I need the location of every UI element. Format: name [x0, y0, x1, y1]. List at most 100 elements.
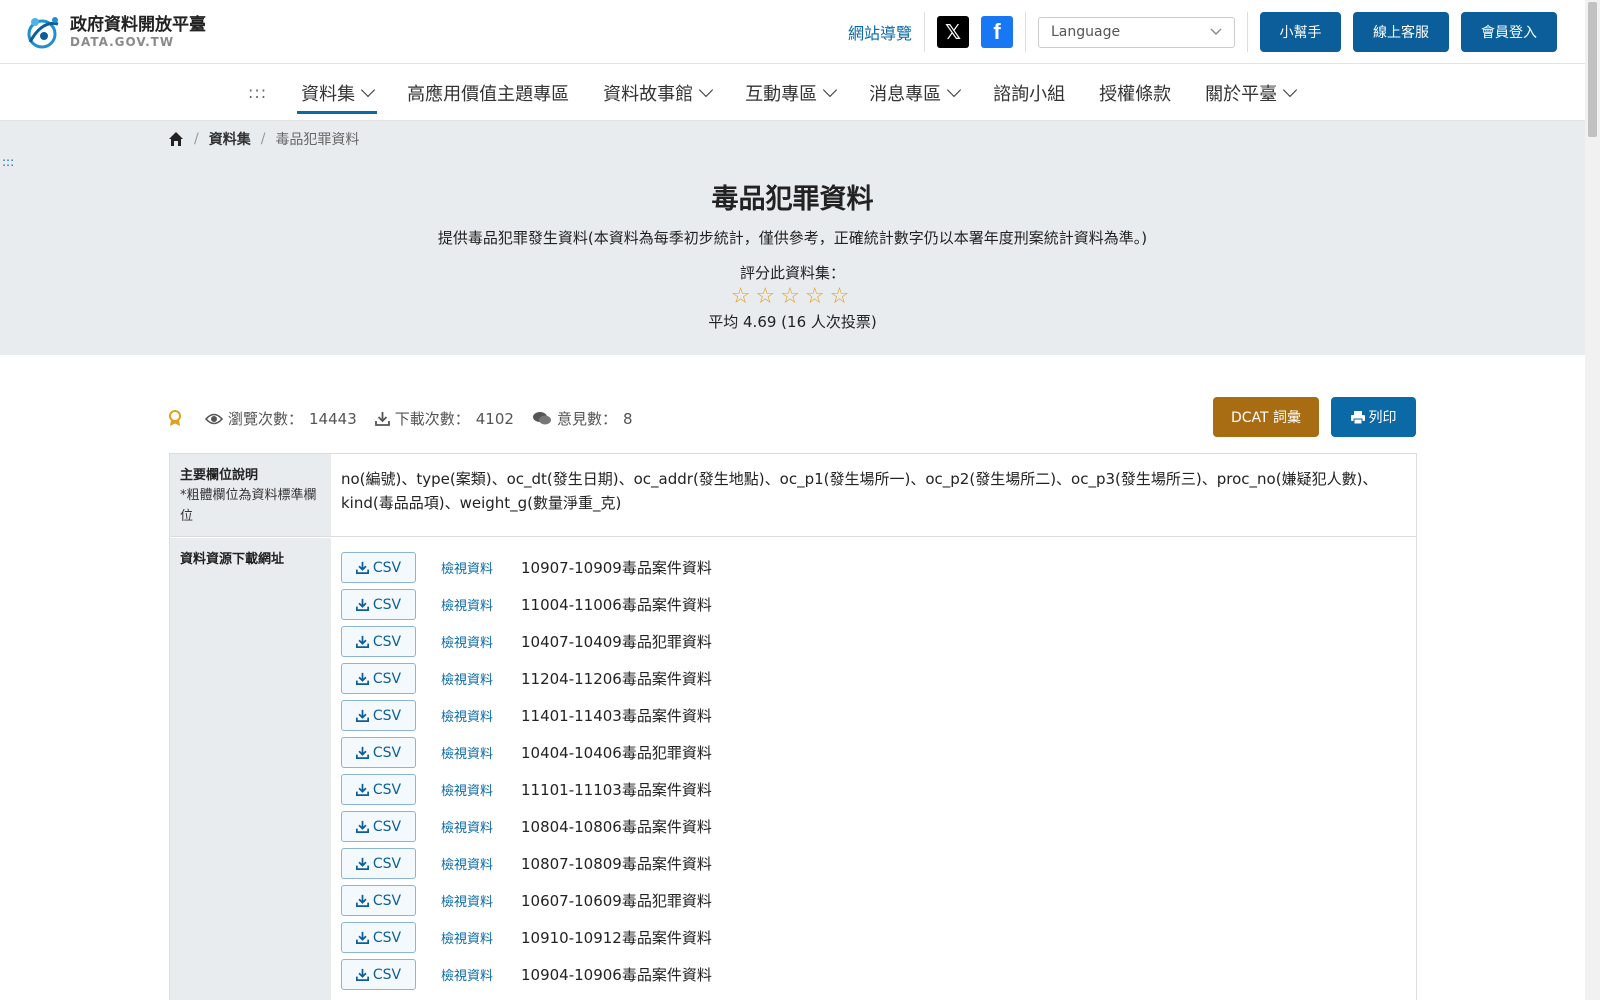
csv-label: CSV	[372, 818, 402, 835]
resource-name: 10907-10909毒品案件資料	[521, 559, 712, 577]
view-data-link[interactable]: 檢視資料	[441, 854, 499, 873]
online-service-button[interactable]: 線上客服	[1353, 12, 1449, 52]
download-icon	[355, 672, 369, 685]
chevron-down-icon	[361, 82, 376, 97]
resource-item: CSV 檢視資料 11101-11103毒品案件資料	[341, 771, 712, 808]
logo-icon	[27, 17, 59, 49]
csv-download-button[interactable]: CSV	[341, 552, 416, 583]
print-button[interactable]: 列印	[1331, 397, 1416, 437]
resource-item: CSV 檢視資料 10804-10806毒品案件資料	[341, 808, 712, 845]
nav-item-datasets[interactable]: 資料集	[297, 64, 378, 121]
view-data-link[interactable]: 檢視資料	[441, 669, 499, 688]
nav-accesskey[interactable]: :::	[248, 83, 267, 102]
resources-row: 資料資源下載網址 CSV 檢視資料 10907-10909毒品案件資料 CSV 檢視資料…	[170, 538, 1416, 1000]
download-icon	[355, 968, 369, 981]
breadcrumb-datasets[interactable]: 資料集	[209, 129, 251, 149]
fields-row: 主要欄位說明 *粗體欄位為資料標準欄位 no(編號)、type(案類)、oc_d…	[170, 454, 1416, 537]
view-data-link[interactable]: 檢視資料	[441, 891, 499, 910]
resource-item: CSV 檢視資料 10904-10906毒品案件資料	[341, 956, 712, 993]
resource-name: 10804-10806毒品案件資料	[521, 818, 712, 836]
badge-stat	[168, 410, 187, 427]
nav-item-label: 諮詢小組	[993, 83, 1066, 105]
view-data-link[interactable]: 檢視資料	[441, 743, 499, 762]
dcat-vocabulary-button[interactable]: DCAT 詞彙	[1213, 397, 1319, 437]
nav-item-license[interactable]: 授權條款	[1099, 64, 1171, 121]
resource-name: 10807-10809毒品案件資料	[521, 855, 712, 873]
download-icon	[355, 931, 369, 944]
resource-item: CSV 檢視資料 10607-10609毒品犯罪資料	[341, 882, 712, 919]
nav-item-high-value[interactable]: 高應用價值主題專區	[407, 64, 569, 121]
comments-count: 8	[622, 409, 633, 428]
nav-item-interactive[interactable]: 互動專區	[745, 64, 838, 121]
scrollbar-thumb[interactable]	[1588, 2, 1597, 137]
download-icon	[355, 820, 369, 833]
dataset-stats: 瀏覽次數： 14443 下載次數： 4102 意見數： 8	[168, 408, 651, 429]
nav-item-label: 資料故事館	[603, 83, 694, 105]
content-accesskey[interactable]: :::	[2, 155, 14, 169]
breadcrumb-separator: /	[260, 131, 266, 147]
csv-download-button[interactable]: CSV	[341, 774, 416, 805]
chevron-down-icon	[823, 82, 838, 97]
resource-name: 10904-10906毒品案件資料	[521, 966, 712, 984]
helper-button[interactable]: 小幫手	[1260, 12, 1341, 52]
view-data-link[interactable]: 檢視資料	[441, 965, 499, 984]
csv-label: CSV	[372, 633, 402, 650]
resources-label: 資料資源下載網址	[180, 552, 285, 567]
nav-item-label: 資料集	[301, 83, 356, 105]
language-select[interactable]: Language	[1038, 16, 1235, 48]
comments-stat: 意見數： 8	[532, 408, 633, 429]
rating-stars[interactable]: ☆☆☆☆☆	[0, 284, 1585, 309]
nav-item-label: 關於平臺	[1205, 83, 1278, 105]
csv-label: CSV	[372, 929, 402, 946]
print-label: 列印	[1368, 410, 1397, 426]
csv-download-button[interactable]: CSV	[341, 885, 416, 916]
breadcrumb: / 資料集 / 毒品犯罪資料	[168, 129, 359, 149]
csv-download-button[interactable]: CSV	[341, 959, 416, 990]
view-data-link[interactable]: 檢視資料	[441, 928, 499, 947]
sitemap-link[interactable]: 網站導覽	[848, 20, 924, 44]
view-data-link[interactable]: 檢視資料	[441, 632, 499, 651]
resource-list: CSV 檢視資料 10907-10909毒品案件資料 CSV 檢視資料 11004-110…	[341, 549, 712, 993]
member-login-button[interactable]: 會員登入	[1461, 12, 1557, 52]
csv-download-button[interactable]: CSV	[341, 700, 416, 731]
site-logo[interactable]: 政府資料開放平臺 DATA.GOV.TW	[22, 12, 206, 52]
csv-download-button[interactable]: CSV	[341, 811, 416, 842]
csv-download-button[interactable]: CSV	[341, 737, 416, 768]
print-icon	[1350, 410, 1365, 424]
downloads-count: 4102	[475, 409, 514, 428]
resource-name: 11204-11206毒品案件資料	[521, 670, 712, 688]
nav-item-about[interactable]: 關於平臺	[1205, 64, 1298, 121]
comments-icon	[532, 412, 551, 425]
view-data-link[interactable]: 檢視資料	[441, 706, 499, 725]
page-scrollbar[interactable]	[1585, 0, 1600, 1000]
download-icon	[355, 635, 369, 648]
view-data-link[interactable]: 檢視資料	[441, 595, 499, 614]
facebook-share-icon[interactable]: f	[981, 16, 1013, 48]
views-label: 瀏覽次數：	[228, 410, 304, 428]
view-data-link[interactable]: 檢視資料	[441, 558, 499, 577]
breadcrumb-current: 毒品犯罪資料	[275, 132, 360, 148]
resource-item: CSV 檢視資料 10807-10809毒品案件資料	[341, 845, 712, 882]
chevron-down-icon	[1210, 28, 1222, 35]
views-count: 14443	[309, 409, 357, 428]
csv-download-button[interactable]: CSV	[341, 626, 416, 657]
csv-download-button[interactable]: CSV	[341, 848, 416, 879]
resource-name: 11004-11006毒品案件資料	[521, 596, 712, 614]
csv-label: CSV	[372, 855, 402, 872]
csv-download-button[interactable]: CSV	[341, 589, 416, 620]
csv-label: CSV	[372, 892, 402, 909]
eye-icon	[205, 413, 223, 424]
csv-download-button[interactable]: CSV	[341, 663, 416, 694]
home-icon[interactable]	[168, 131, 184, 147]
chevron-down-icon	[1283, 82, 1298, 97]
chevron-down-icon	[699, 82, 714, 97]
view-data-link[interactable]: 檢視資料	[441, 817, 499, 836]
resources-label-cell: 資料資源下載網址	[170, 538, 331, 1000]
view-data-link[interactable]: 檢視資料	[441, 780, 499, 799]
csv-download-button[interactable]: CSV	[341, 922, 416, 953]
nav-item-stories[interactable]: 資料故事館	[603, 64, 714, 121]
nav-item-advisory[interactable]: 諮詢小組	[993, 64, 1065, 121]
csv-label: CSV	[372, 596, 402, 613]
x-share-icon[interactable]: 𝕏	[937, 16, 969, 48]
nav-item-news[interactable]: 消息專區	[869, 64, 962, 121]
